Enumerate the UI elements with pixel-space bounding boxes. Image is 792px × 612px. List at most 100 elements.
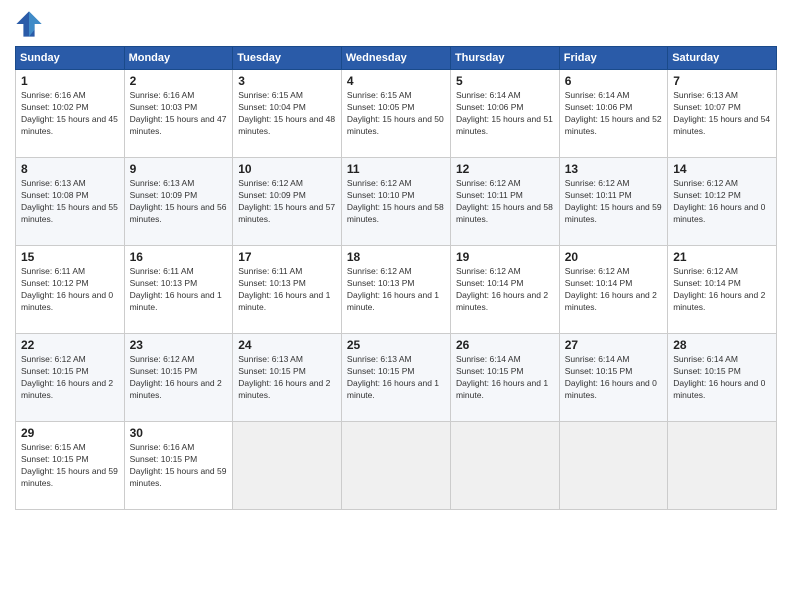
weekday-header-cell: Tuesday (233, 47, 342, 70)
day-info: Sunrise: 6:12 AM Sunset: 10:15 PM Daylig… (130, 354, 228, 402)
calendar-cell: 28 Sunrise: 6:14 AM Sunset: 10:15 PM Day… (668, 334, 777, 422)
day-number: 14 (673, 162, 771, 176)
calendar-cell: 30 Sunrise: 6:16 AM Sunset: 10:15 PM Day… (124, 422, 233, 510)
day-number: 22 (21, 338, 119, 352)
day-info: Sunrise: 6:12 AM Sunset: 10:15 PM Daylig… (21, 354, 119, 402)
day-number: 4 (347, 74, 445, 88)
day-number: 17 (238, 250, 336, 264)
header (15, 10, 777, 38)
day-info: Sunrise: 6:12 AM Sunset: 10:10 PM Daylig… (347, 178, 445, 226)
weekday-header-cell: Monday (124, 47, 233, 70)
day-number: 30 (130, 426, 228, 440)
day-info: Sunrise: 6:14 AM Sunset: 10:06 PM Daylig… (456, 90, 554, 138)
calendar-cell: 16 Sunrise: 6:11 AM Sunset: 10:13 PM Day… (124, 246, 233, 334)
day-info: Sunrise: 6:15 AM Sunset: 10:15 PM Daylig… (21, 442, 119, 490)
day-info: Sunrise: 6:11 AM Sunset: 10:13 PM Daylig… (130, 266, 228, 314)
day-info: Sunrise: 6:12 AM Sunset: 10:12 PM Daylig… (673, 178, 771, 226)
weekday-header: SundayMondayTuesdayWednesdayThursdayFrid… (16, 47, 777, 70)
day-number: 20 (565, 250, 662, 264)
calendar-cell (450, 422, 559, 510)
day-info: Sunrise: 6:11 AM Sunset: 10:13 PM Daylig… (238, 266, 336, 314)
calendar-cell: 26 Sunrise: 6:14 AM Sunset: 10:15 PM Day… (450, 334, 559, 422)
calendar-cell: 24 Sunrise: 6:13 AM Sunset: 10:15 PM Day… (233, 334, 342, 422)
calendar: SundayMondayTuesdayWednesdayThursdayFrid… (15, 46, 777, 510)
day-info: Sunrise: 6:15 AM Sunset: 10:05 PM Daylig… (347, 90, 445, 138)
calendar-cell: 25 Sunrise: 6:13 AM Sunset: 10:15 PM Day… (341, 334, 450, 422)
calendar-cell: 13 Sunrise: 6:12 AM Sunset: 10:11 PM Day… (559, 158, 667, 246)
calendar-cell: 17 Sunrise: 6:11 AM Sunset: 10:13 PM Day… (233, 246, 342, 334)
calendar-cell (668, 422, 777, 510)
day-info: Sunrise: 6:12 AM Sunset: 10:11 PM Daylig… (565, 178, 662, 226)
day-info: Sunrise: 6:14 AM Sunset: 10:15 PM Daylig… (673, 354, 771, 402)
day-info: Sunrise: 6:14 AM Sunset: 10:15 PM Daylig… (565, 354, 662, 402)
weekday-header-cell: Thursday (450, 47, 559, 70)
weekday-header-cell: Wednesday (341, 47, 450, 70)
calendar-cell: 2 Sunrise: 6:16 AM Sunset: 10:03 PM Dayl… (124, 70, 233, 158)
day-info: Sunrise: 6:12 AM Sunset: 10:14 PM Daylig… (565, 266, 662, 314)
day-info: Sunrise: 6:15 AM Sunset: 10:04 PM Daylig… (238, 90, 336, 138)
day-number: 3 (238, 74, 336, 88)
day-number: 24 (238, 338, 336, 352)
weekday-header-cell: Sunday (16, 47, 125, 70)
day-info: Sunrise: 6:13 AM Sunset: 10:07 PM Daylig… (673, 90, 771, 138)
logo (15, 10, 45, 38)
day-info: Sunrise: 6:13 AM Sunset: 10:09 PM Daylig… (130, 178, 228, 226)
day-number: 6 (565, 74, 662, 88)
day-number: 16 (130, 250, 228, 264)
day-info: Sunrise: 6:13 AM Sunset: 10:15 PM Daylig… (347, 354, 445, 402)
calendar-week: 1 Sunrise: 6:16 AM Sunset: 10:02 PM Dayl… (16, 70, 777, 158)
calendar-cell: 23 Sunrise: 6:12 AM Sunset: 10:15 PM Day… (124, 334, 233, 422)
calendar-cell: 15 Sunrise: 6:11 AM Sunset: 10:12 PM Day… (16, 246, 125, 334)
calendar-cell: 14 Sunrise: 6:12 AM Sunset: 10:12 PM Day… (668, 158, 777, 246)
calendar-cell: 12 Sunrise: 6:12 AM Sunset: 10:11 PM Day… (450, 158, 559, 246)
day-number: 2 (130, 74, 228, 88)
calendar-cell: 10 Sunrise: 6:12 AM Sunset: 10:09 PM Day… (233, 158, 342, 246)
day-number: 28 (673, 338, 771, 352)
calendar-cell (559, 422, 667, 510)
day-number: 1 (21, 74, 119, 88)
calendar-cell: 20 Sunrise: 6:12 AM Sunset: 10:14 PM Day… (559, 246, 667, 334)
day-number: 25 (347, 338, 445, 352)
calendar-cell: 18 Sunrise: 6:12 AM Sunset: 10:13 PM Day… (341, 246, 450, 334)
day-number: 8 (21, 162, 119, 176)
day-number: 12 (456, 162, 554, 176)
calendar-cell: 3 Sunrise: 6:15 AM Sunset: 10:04 PM Dayl… (233, 70, 342, 158)
day-number: 11 (347, 162, 445, 176)
weekday-header-cell: Saturday (668, 47, 777, 70)
day-info: Sunrise: 6:12 AM Sunset: 10:11 PM Daylig… (456, 178, 554, 226)
calendar-cell: 29 Sunrise: 6:15 AM Sunset: 10:15 PM Day… (16, 422, 125, 510)
weekday-header-cell: Friday (559, 47, 667, 70)
calendar-cell: 11 Sunrise: 6:12 AM Sunset: 10:10 PM Day… (341, 158, 450, 246)
day-number: 18 (347, 250, 445, 264)
calendar-week: 8 Sunrise: 6:13 AM Sunset: 10:08 PM Dayl… (16, 158, 777, 246)
day-number: 29 (21, 426, 119, 440)
day-number: 13 (565, 162, 662, 176)
calendar-cell: 9 Sunrise: 6:13 AM Sunset: 10:09 PM Dayl… (124, 158, 233, 246)
calendar-body: 1 Sunrise: 6:16 AM Sunset: 10:02 PM Dayl… (16, 70, 777, 510)
day-number: 21 (673, 250, 771, 264)
day-number: 5 (456, 74, 554, 88)
calendar-cell: 5 Sunrise: 6:14 AM Sunset: 10:06 PM Dayl… (450, 70, 559, 158)
day-number: 26 (456, 338, 554, 352)
calendar-cell (233, 422, 342, 510)
day-info: Sunrise: 6:12 AM Sunset: 10:09 PM Daylig… (238, 178, 336, 226)
day-number: 15 (21, 250, 119, 264)
page: SundayMondayTuesdayWednesdayThursdayFrid… (0, 0, 792, 612)
day-info: Sunrise: 6:13 AM Sunset: 10:08 PM Daylig… (21, 178, 119, 226)
day-number: 19 (456, 250, 554, 264)
day-info: Sunrise: 6:14 AM Sunset: 10:15 PM Daylig… (456, 354, 554, 402)
calendar-week: 15 Sunrise: 6:11 AM Sunset: 10:12 PM Day… (16, 246, 777, 334)
calendar-cell: 21 Sunrise: 6:12 AM Sunset: 10:14 PM Day… (668, 246, 777, 334)
calendar-cell (341, 422, 450, 510)
day-number: 7 (673, 74, 771, 88)
day-info: Sunrise: 6:11 AM Sunset: 10:12 PM Daylig… (21, 266, 119, 314)
day-number: 27 (565, 338, 662, 352)
day-number: 23 (130, 338, 228, 352)
calendar-cell: 19 Sunrise: 6:12 AM Sunset: 10:14 PM Day… (450, 246, 559, 334)
calendar-cell: 7 Sunrise: 6:13 AM Sunset: 10:07 PM Dayl… (668, 70, 777, 158)
day-info: Sunrise: 6:12 AM Sunset: 10:14 PM Daylig… (673, 266, 771, 314)
day-number: 9 (130, 162, 228, 176)
day-number: 10 (238, 162, 336, 176)
day-info: Sunrise: 6:16 AM Sunset: 10:03 PM Daylig… (130, 90, 228, 138)
day-info: Sunrise: 6:16 AM Sunset: 10:02 PM Daylig… (21, 90, 119, 138)
